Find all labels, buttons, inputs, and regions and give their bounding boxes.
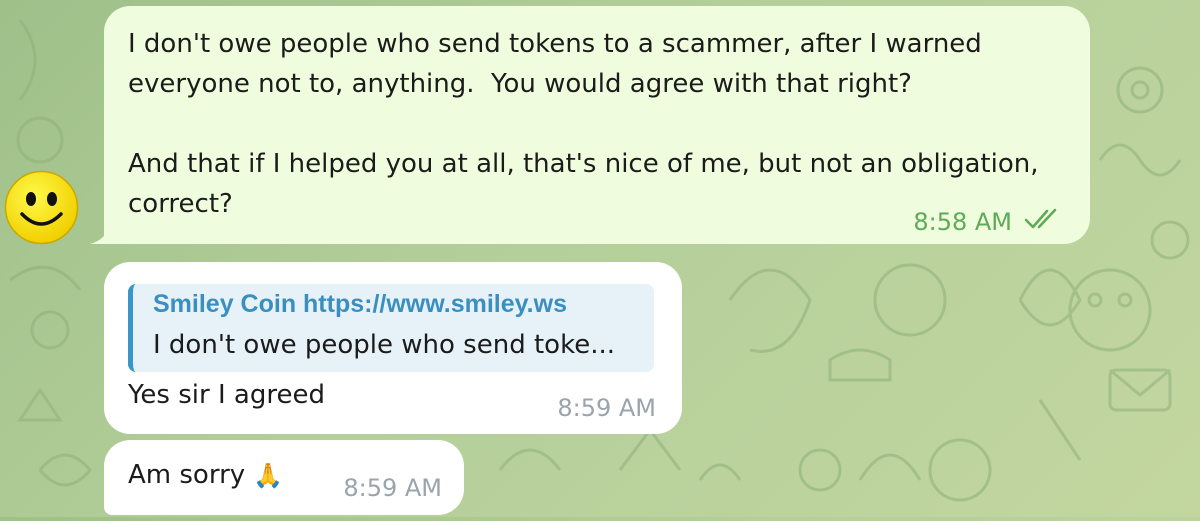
incoming-message-text-line: Am sorry 🙏 [128, 460, 283, 490]
incoming-message-text: Am sorry [128, 460, 246, 490]
bubble-tail [90, 222, 112, 244]
outgoing-message-text: I don't owe people who send tokens to a … [128, 29, 1039, 219]
avatar[interactable] [4, 170, 79, 245]
incoming-message-text: Yes sir I agreed [128, 380, 325, 410]
reply-sender-name: Smiley Coin https://www.smiley.ws [153, 290, 567, 318]
outgoing-message-meta: 8:58 AM [913, 208, 1062, 236]
incoming-message-bubble[interactable]: Am sorry 🙏 8:59 AM [104, 440, 464, 515]
double-check-icon [1024, 208, 1062, 236]
folded-hands-icon: 🙏 [253, 461, 284, 490]
incoming-message-time: 8:59 AM [343, 474, 442, 502]
smiley-face-icon [4, 170, 79, 245]
reply-quoted-text: I don't owe people who send toke... [153, 330, 615, 360]
incoming-message-time: 8:59 AM [557, 394, 656, 422]
incoming-message-bubble[interactable]: Smiley Coin https://www.smiley.ws I don'… [104, 262, 682, 434]
outgoing-message-time: 8:58 AM [913, 208, 1012, 236]
outgoing-message-bubble[interactable]: I don't owe people who send tokens to a … [90, 6, 1090, 244]
reply-quote[interactable]: Smiley Coin https://www.smiley.ws I don'… [128, 284, 654, 372]
